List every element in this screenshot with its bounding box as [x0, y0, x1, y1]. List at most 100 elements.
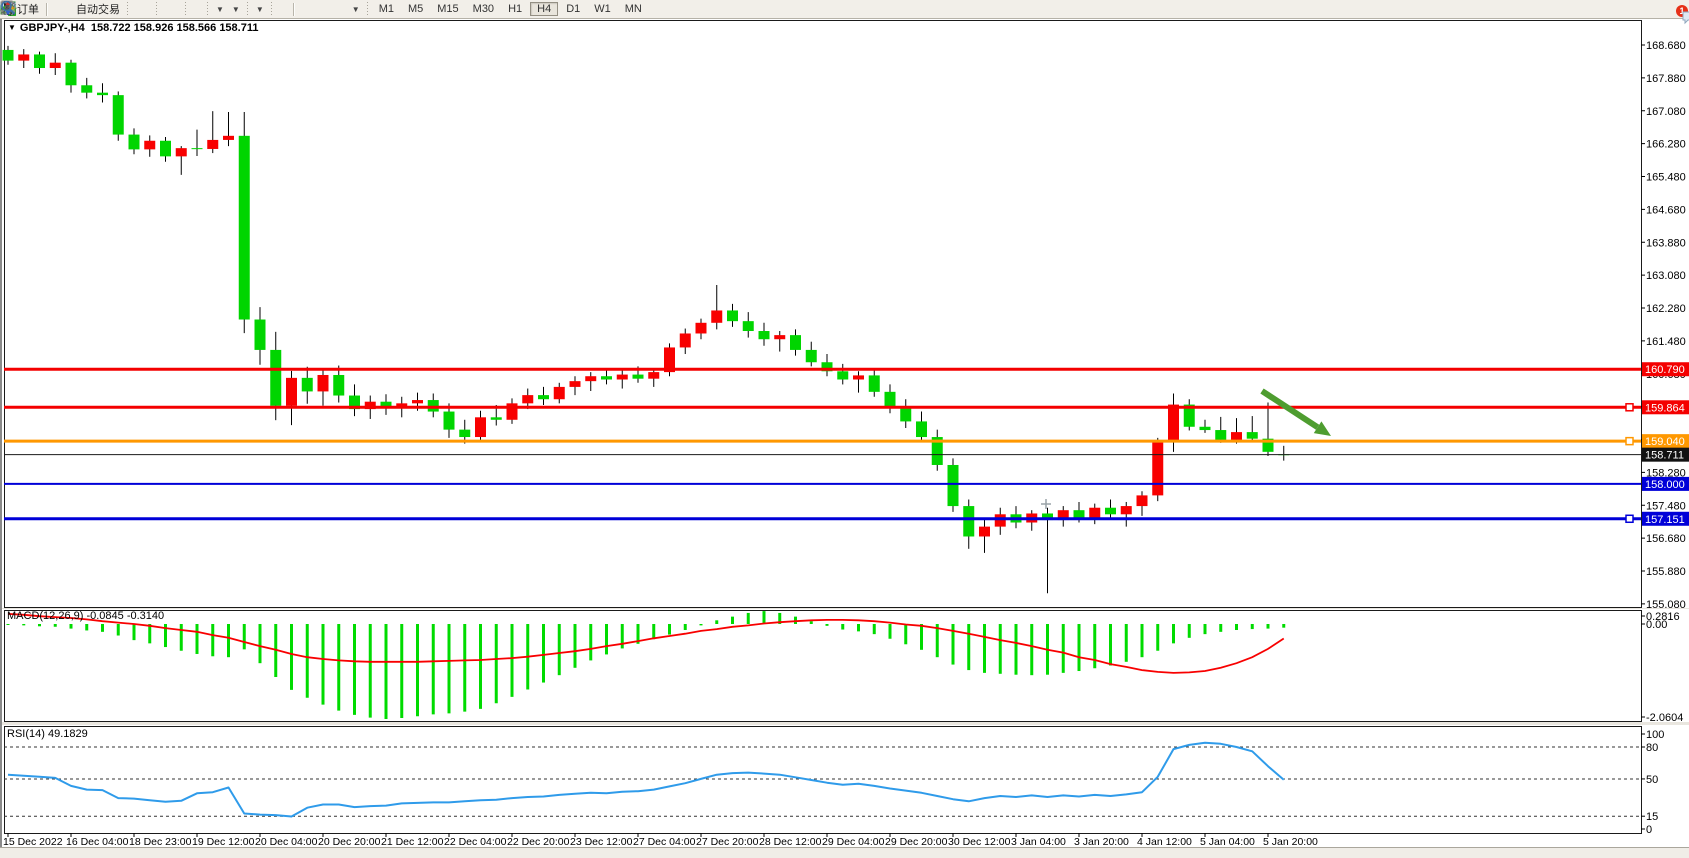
- price-tick: 155.880: [1646, 566, 1686, 578]
- cursor-tool-button[interactable]: [276, 1, 282, 18]
- price-tick: 155.080: [1646, 599, 1686, 611]
- timeframe-w1[interactable]: W1: [588, 3, 617, 15]
- arrows-tool-button[interactable]: ▼: [348, 1, 363, 18]
- candle-down: [790, 335, 801, 350]
- candle-down: [239, 136, 250, 320]
- autotrading-button[interactable]: 自动交易: [73, 1, 123, 18]
- dropdown-caret: ▼: [352, 5, 360, 14]
- timeframe-m15[interactable]: M15: [431, 3, 464, 15]
- price-tick: 164.680: [1646, 204, 1686, 216]
- candle-down: [3, 50, 14, 61]
- timeframe-m30[interactable]: M30: [467, 3, 500, 15]
- candle-down: [192, 148, 203, 149]
- rsi-axis-label: 50: [1646, 774, 1658, 786]
- horizontal-line-tool[interactable]: [306, 1, 312, 18]
- candle-down: [270, 350, 281, 406]
- ohlc-values: 158.722 158.926 158.566 158.711: [91, 22, 259, 34]
- candle-down: [66, 63, 77, 86]
- candle-up: [570, 381, 581, 387]
- candle-down: [113, 95, 124, 134]
- candle-down: [538, 395, 549, 399]
- tile-windows-button[interactable]: [175, 1, 181, 18]
- search-icon[interactable]: [0, 0, 16, 16]
- separator: [184, 2, 187, 16]
- candle-down: [806, 350, 817, 362]
- period-clock-button[interactable]: ▼: [228, 1, 243, 18]
- candle-up: [554, 387, 565, 399]
- time-axis[interactable]: 15 Dec 202216 Dec 04:0018 Dec 23:0019 De…: [3, 833, 1318, 848]
- timeframe-h1[interactable]: H1: [502, 3, 528, 15]
- price-tick: 166.280: [1646, 139, 1686, 151]
- candle-down: [491, 417, 502, 419]
- zoom-out-button[interactable]: [168, 1, 174, 18]
- candle-down: [1215, 430, 1226, 440]
- toolbar: 新订单 自动交易: [0, 0, 1689, 19]
- separator: [293, 3, 295, 16]
- history-center-button[interactable]: [52, 1, 58, 18]
- hline-anchor: [1626, 515, 1633, 522]
- signals-button[interactable]: [66, 1, 72, 18]
- equidistant-channel-tool[interactable]: E: [320, 1, 326, 18]
- add-chart-button[interactable]: ▼: [212, 1, 227, 18]
- candle-up: [207, 140, 218, 149]
- line-chart-mode-button[interactable]: [146, 1, 152, 18]
- rsi-axis-label: 80: [1646, 742, 1658, 754]
- candle-down: [601, 376, 612, 379]
- vertical-line-tool[interactable]: [299, 1, 305, 18]
- timeframe-h4[interactable]: H4: [530, 2, 558, 16]
- accounts-button[interactable]: [59, 1, 65, 18]
- price-badge-text: 158.000: [1645, 479, 1685, 491]
- candle-down: [633, 375, 644, 379]
- candle-down: [81, 85, 92, 92]
- chart-canvas: 168.680167.880167.080166.280165.480164.6…: [0, 0, 1689, 858]
- separator: [246, 2, 249, 16]
- step-forward-button[interactable]: [197, 1, 203, 18]
- strategy-tester-button[interactable]: [190, 1, 196, 18]
- candle-down: [916, 421, 927, 437]
- candle-up: [1168, 405, 1179, 442]
- timeframe-d1[interactable]: D1: [560, 3, 586, 15]
- timeframe-m5[interactable]: M5: [402, 3, 429, 15]
- candle-up: [853, 375, 864, 379]
- trendline-tool[interactable]: [313, 1, 319, 18]
- separator: [46, 3, 48, 16]
- timeframe-m1[interactable]: M1: [373, 3, 400, 15]
- candle-down: [1200, 427, 1211, 430]
- candle-up: [711, 310, 722, 322]
- separator: [366, 2, 369, 16]
- candle-up: [648, 372, 659, 379]
- crosshair-tool-button[interactable]: [283, 1, 289, 18]
- candle-down: [333, 375, 344, 396]
- bar-chart-mode-button[interactable]: [132, 1, 138, 18]
- rsi-axis-label: 0: [1646, 824, 1652, 836]
- rsi-indicator-label: RSI(14) 49.1829: [7, 728, 88, 740]
- price-tick: 167.880: [1646, 73, 1686, 85]
- candle-down: [743, 321, 754, 331]
- candle-up: [1089, 508, 1100, 518]
- one-click-trading-toggle-icon[interactable]: ▼: [8, 23, 16, 32]
- macd-axis-label: 0.00: [1646, 619, 1667, 631]
- candle-up: [144, 141, 155, 150]
- hline-anchor: [1626, 404, 1633, 411]
- profiles-button[interactable]: ▼: [252, 1, 267, 18]
- price-tick: 162.280: [1646, 303, 1686, 315]
- candle-up: [1137, 495, 1148, 506]
- timeframe-group: M1M5M15M30H1H4D1W1MN: [372, 2, 649, 17]
- candle-up: [318, 375, 329, 391]
- rsi-axis-label: 15: [1646, 811, 1658, 823]
- fibonacci-tool[interactable]: F: [327, 1, 333, 18]
- timeframe-mn[interactable]: MN: [619, 3, 648, 15]
- price-axis[interactable]: 168.680167.880167.080166.280165.480164.6…: [1641, 40, 1689, 611]
- candle-up: [774, 335, 785, 339]
- text-tool[interactable]: A: [334, 1, 340, 18]
- candle-down: [255, 320, 266, 350]
- panel-frames: [0, 21, 1689, 834]
- candle-down: [727, 310, 738, 321]
- candle-down: [869, 375, 880, 391]
- symbol-title[interactable]: ▼GBPJPY-,H4 158.722 158.926 158.566 158.…: [8, 22, 258, 34]
- zoom-in-button[interactable]: [161, 1, 167, 18]
- candlestick-mode-button[interactable]: [139, 1, 145, 18]
- price-tick: 156.680: [1646, 533, 1686, 545]
- text-label-tool[interactable]: T: [341, 1, 347, 18]
- horizontal-scrollbar-area[interactable]: [0, 847, 1689, 858]
